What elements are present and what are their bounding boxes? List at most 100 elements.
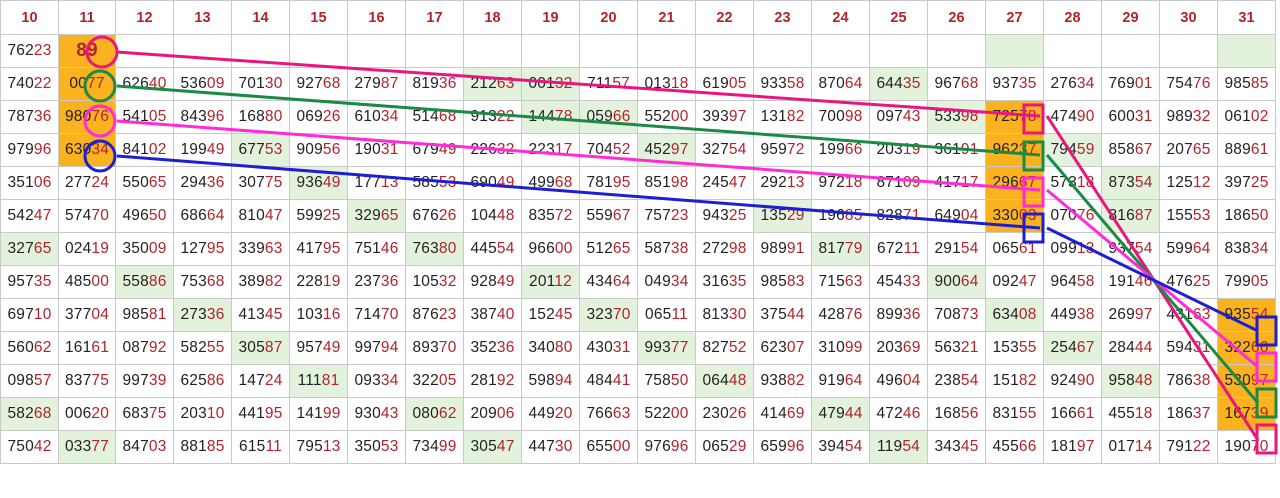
tail-digits: 03 [1018,207,1037,224]
tail-digits: 36 [438,75,457,92]
number-cell: 85867 [1101,133,1160,167]
number-cell: 84703 [115,430,174,464]
table-row: 54247 57470 49650 68664 81047 59925 32965 67626… [0,199,1276,233]
tail-digits: 64 [612,273,631,290]
tail-digits: 34 [380,108,399,125]
leading-digits: 936 [296,174,323,191]
number-cell: 58268 [0,397,59,431]
number-cell: 91322 [463,100,522,134]
tail-digits: 09 [148,240,167,257]
tail-digits: 34 [670,273,689,290]
number-cell: 19070 [1217,430,1276,464]
leading-digits: 816 [1108,207,1135,224]
table-row: 09857 83775 99739 62586 14724 11181 09334 32205… [0,364,1276,398]
tail-digits: 65 [33,240,52,257]
leading-digits: 967 [934,75,961,92]
number-cell: 78736 [0,100,59,134]
leading-digits: 559 [586,207,613,224]
number-cell: 99377 [637,331,696,365]
number-cell: 32765 [0,232,59,266]
number-cell [1101,34,1160,68]
leading-digits: 937 [992,75,1019,92]
number-cell: 79905 [1217,265,1276,299]
leading-digits: 649 [934,207,961,224]
leading-digits: 237 [354,273,381,290]
number-cell: 92768 [289,67,348,101]
number-cell [927,34,986,68]
leading-digits: 226 [470,141,497,158]
number-cell: 19685 [811,199,870,233]
leading-digits: 103 [296,306,323,323]
number-cell: 12795 [173,232,232,266]
tail-digits: 12 [554,273,572,290]
leading-digits: 394 [818,438,845,455]
tail-digits: 23 [438,306,457,323]
number-cell: 68664 [173,199,232,233]
leading-digits: 625 [180,372,207,389]
number-cell: 33003 [985,199,1044,233]
number-cell: 54247 [0,199,59,233]
leading-digits: 397 [1224,174,1251,191]
leading-digits: 655 [586,438,613,455]
tail-digits: 63 [496,75,515,92]
leading-digits: 786 [1166,372,1193,389]
leading-digits: 228 [296,273,323,290]
tail-digits: 47 [33,207,52,224]
leading-digits: 203 [876,141,903,158]
number-cell: 53398 [927,100,986,134]
number-cell: 63408 [985,298,1044,332]
tail-digits: 61 [1018,240,1037,257]
table-row: 75042 03377 84703 88185 61511 79513 35053 73499… [0,430,1276,464]
tail-digits: 52 [612,141,631,158]
number-cell: 27298 [695,232,754,266]
tail-digits: 76 [844,306,863,323]
tail-digits: 19 [322,273,341,290]
leading-digits: 017 [1108,438,1135,455]
leading-digits: 186 [1224,207,1251,224]
leading-digits: 013 [644,75,671,92]
leading-digits: 322 [1224,339,1251,356]
number-cell: 45566 [985,430,1044,464]
number-cell: 93649 [289,166,348,200]
tail-digits: 82 [786,372,805,389]
leading-digits: 533 [934,108,961,125]
tail-digits: 68 [960,75,979,92]
tail-digits: 65 [380,207,399,224]
number-cell: 58738 [637,232,696,266]
number-cell: 87354 [1101,166,1160,200]
tail-digits: 33 [902,273,921,290]
tail-digits: 63 [1192,306,1211,323]
number-cell: 83775 [58,364,116,398]
leading-digits: 615 [239,438,266,455]
tail-digits: 65 [148,174,167,191]
column-header: 14 [231,0,290,35]
tail-digits: 72 [554,207,573,224]
number-cell [231,34,290,68]
leading-digits: 847 [122,438,149,455]
number-cell [1217,34,1276,68]
tail-digits: 19 [902,141,921,158]
leading-digits: 479 [818,405,845,422]
number-cell: 22819 [289,265,348,299]
number-cell: 75146 [347,232,406,266]
number-cell: 11181 [289,364,348,398]
leading-digits: 993 [644,339,671,356]
number-cell: 58255 [173,331,232,365]
number-cell: 54105 [115,100,174,134]
leading-digits: 135 [760,207,787,224]
leading-digits: 323 [586,306,613,323]
number-cell: 09743 [869,100,928,134]
number-cell: 95735 [0,265,59,299]
number-cell: 56062 [0,331,59,365]
number-cell: 67753 [231,133,290,167]
number-cell: 83834 [1217,232,1276,266]
number-cell [753,34,812,68]
leading-digits: 791 [1166,438,1193,455]
tail-digits: 42 [33,438,52,455]
number-cell: 92849 [463,265,522,299]
leading-digits: 858 [1108,141,1135,158]
tail-digits: 45 [960,438,979,455]
number-cell: 34080 [521,331,580,365]
leading-digits: 541 [122,108,149,125]
column-header: 12 [115,0,174,35]
